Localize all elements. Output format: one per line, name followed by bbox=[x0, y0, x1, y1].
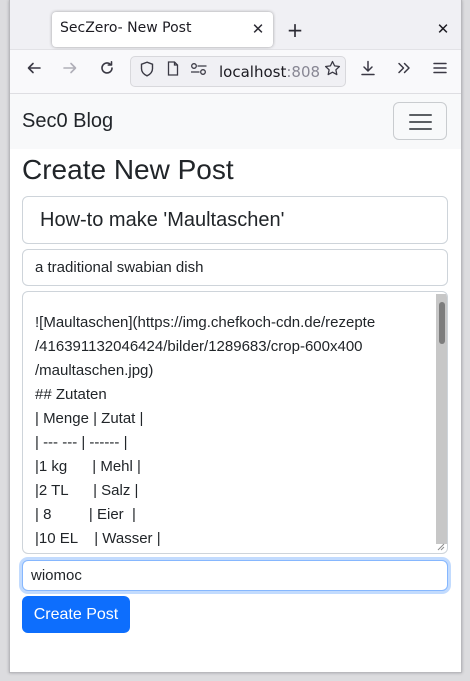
tab-close-icon[interactable]: ✕ bbox=[247, 18, 269, 40]
toggler-bar-icon bbox=[409, 128, 432, 130]
body-line: ![Maultaschen](https://img.chefkoch-cdn.… bbox=[35, 314, 376, 331]
browser-toolbar: localhost:808 bbox=[10, 50, 461, 94]
post-body-textarea[interactable]: ![Maultaschen](https://img.chefkoch-cdn.… bbox=[22, 291, 448, 554]
navbar-toggler-button[interactable] bbox=[393, 102, 447, 140]
download-icon[interactable] bbox=[355, 58, 381, 84]
body-line: | 8 | Eier | bbox=[35, 506, 136, 523]
resize-grip-icon[interactable] bbox=[435, 541, 445, 551]
brand-link[interactable]: Sec0 Blog bbox=[22, 110, 113, 133]
body-line: /416391132046424/bilder/1289683/crop-600… bbox=[35, 338, 363, 355]
tab-title: SecZero- New Post bbox=[60, 20, 192, 36]
window-close-icon[interactable]: ✕ bbox=[433, 19, 453, 39]
body-line: | Menge | Zutat | bbox=[35, 410, 144, 427]
post-title-input[interactable] bbox=[22, 196, 448, 244]
create-post-button[interactable]: Create Post bbox=[22, 596, 130, 633]
new-tab-icon[interactable]: + bbox=[283, 18, 307, 42]
textarea-scrollbar[interactable] bbox=[436, 294, 447, 544]
back-arrow-icon[interactable] bbox=[21, 58, 47, 84]
body-line: /maultaschen.jpg) bbox=[35, 362, 154, 379]
browser-window: SecZero- New Post ✕ + ✕ localhost:808 Se… bbox=[9, 0, 462, 673]
bookmark-star-icon[interactable] bbox=[321, 60, 343, 84]
permissions-icon[interactable] bbox=[189, 61, 209, 83]
body-line: |1 kg | Mehl | bbox=[35, 458, 141, 475]
post-subtitle-input[interactable] bbox=[22, 249, 448, 286]
reload-icon[interactable] bbox=[94, 58, 120, 84]
chevrons-right-icon[interactable] bbox=[391, 58, 417, 84]
page-icon bbox=[163, 61, 183, 83]
body-line: | --- --- | ------ | bbox=[35, 434, 128, 451]
body-line: |10 EL | Wasser | bbox=[35, 530, 161, 547]
toggler-bar-icon bbox=[409, 121, 432, 123]
toggler-bar-icon bbox=[409, 114, 432, 116]
scrollbar-thumb[interactable] bbox=[439, 302, 445, 344]
url-host: localhost bbox=[219, 63, 287, 81]
body-line: |2 TL | Salz | bbox=[35, 482, 139, 499]
forward-arrow-icon[interactable] bbox=[57, 58, 83, 84]
tab-strip: SecZero- New Post ✕ + ✕ bbox=[10, 0, 461, 50]
page-content: Sec0 Blog Create New Post ![Maultaschen]… bbox=[10, 94, 461, 672]
page-title: Create New Post bbox=[22, 154, 234, 185]
tags-input[interactable] bbox=[22, 560, 448, 591]
shield-icon[interactable] bbox=[137, 61, 157, 83]
browser-tab[interactable]: SecZero- New Post ✕ bbox=[52, 12, 273, 47]
post-body-content: ![Maultaschen](https://img.chefkoch-cdn.… bbox=[35, 311, 430, 551]
url-text: localhost:808 bbox=[219, 63, 320, 81]
app-navbar: Sec0 Blog bbox=[10, 94, 461, 149]
url-port: :808 bbox=[286, 63, 321, 81]
body-line: ## Zutaten bbox=[35, 386, 107, 403]
url-bar[interactable]: localhost:808 bbox=[130, 56, 346, 87]
hamburger-menu-icon[interactable] bbox=[427, 58, 453, 84]
